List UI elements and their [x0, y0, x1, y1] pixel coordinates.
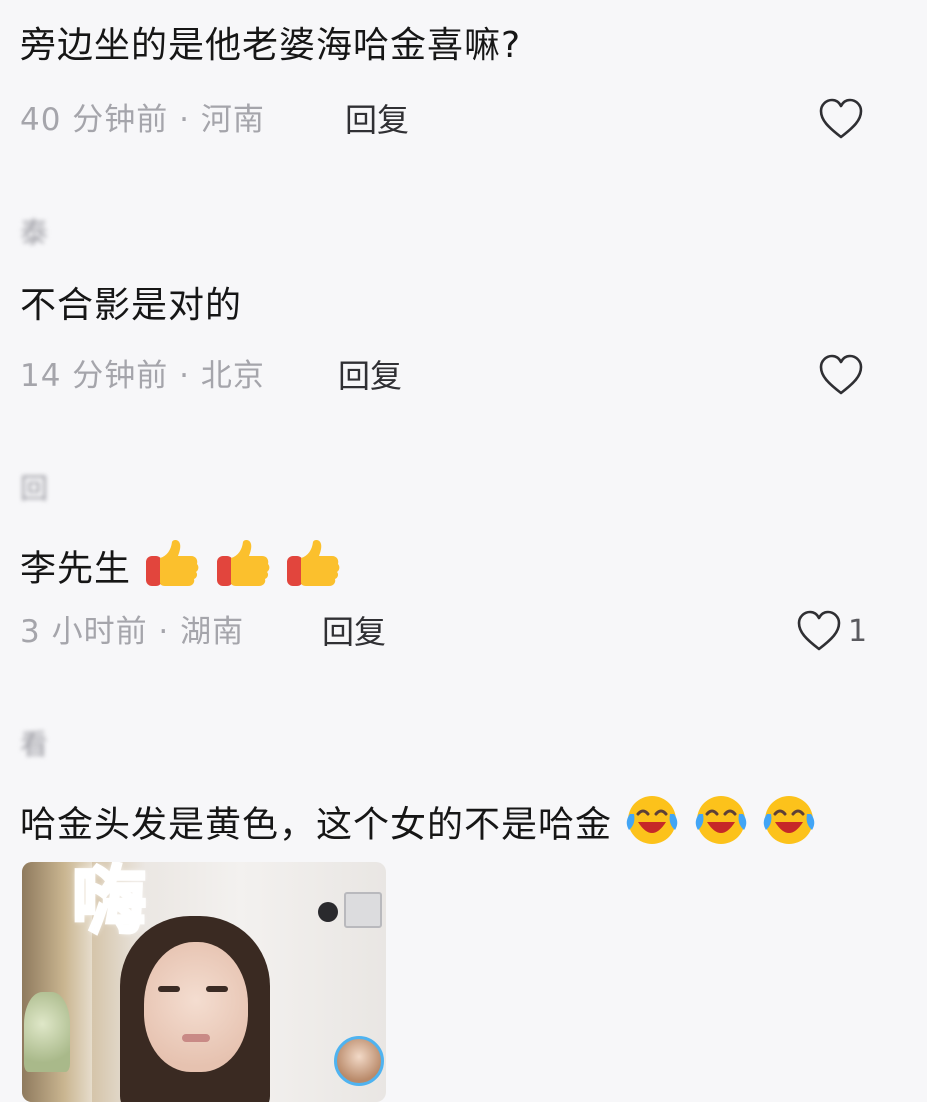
- laughing-crying-icon: [693, 792, 749, 861]
- comment-image-preview[interactable]: 嗨: [22, 862, 386, 1102]
- like-count: 1: [848, 613, 868, 649]
- heart-icon: [819, 354, 863, 395]
- thumbs-up-icon: [214, 538, 272, 603]
- thumbs-up-icon: [143, 538, 201, 603]
- comment-text: 旁边坐的是他老婆海哈金喜嘛?: [20, 25, 522, 66]
- thumbs-up-icon: [284, 538, 342, 603]
- comment-text-row: 李先生: [20, 538, 342, 603]
- comment-text: 不合影是对的: [20, 285, 243, 326]
- like-button[interactable]: [818, 97, 870, 141]
- comment-text: 哈金头发是黄色，这个女的不是哈金: [20, 804, 613, 846]
- comment-meta: 40 分钟前 · 河南: [20, 102, 265, 138]
- reply-button[interactable]: 回复: [345, 100, 409, 140]
- comment-meta: 14 分钟前 · 北京: [20, 358, 265, 394]
- laughing-crying-icon: [624, 792, 680, 861]
- comment-text-row: 哈金头发是黄色，这个女的不是哈金: [20, 792, 817, 861]
- wall-camera: [318, 902, 338, 922]
- reply-button[interactable]: 回复: [338, 356, 402, 396]
- like-button[interactable]: [818, 353, 870, 397]
- like-button[interactable]: 1: [796, 609, 867, 653]
- wall-panel: [344, 892, 382, 928]
- username[interactable]: 回: [20, 470, 48, 508]
- username[interactable]: 看: [20, 726, 48, 764]
- preview-overlay-text: 嗨: [71, 862, 148, 946]
- comment-text: 李先生: [20, 548, 132, 590]
- person-face: [144, 942, 248, 1072]
- heart-icon: [797, 610, 841, 651]
- person-eye: [206, 986, 228, 992]
- person-mouth: [182, 1034, 210, 1042]
- heart-icon: [819, 98, 863, 139]
- reply-button[interactable]: 回复: [322, 612, 386, 652]
- comment-meta: 3 小时前 · 湖南: [20, 614, 245, 650]
- username[interactable]: 泰: [20, 214, 48, 252]
- laughing-crying-icon: [761, 792, 817, 861]
- plant: [24, 992, 70, 1072]
- avatar[interactable]: [334, 1036, 384, 1086]
- person-eye: [158, 986, 180, 992]
